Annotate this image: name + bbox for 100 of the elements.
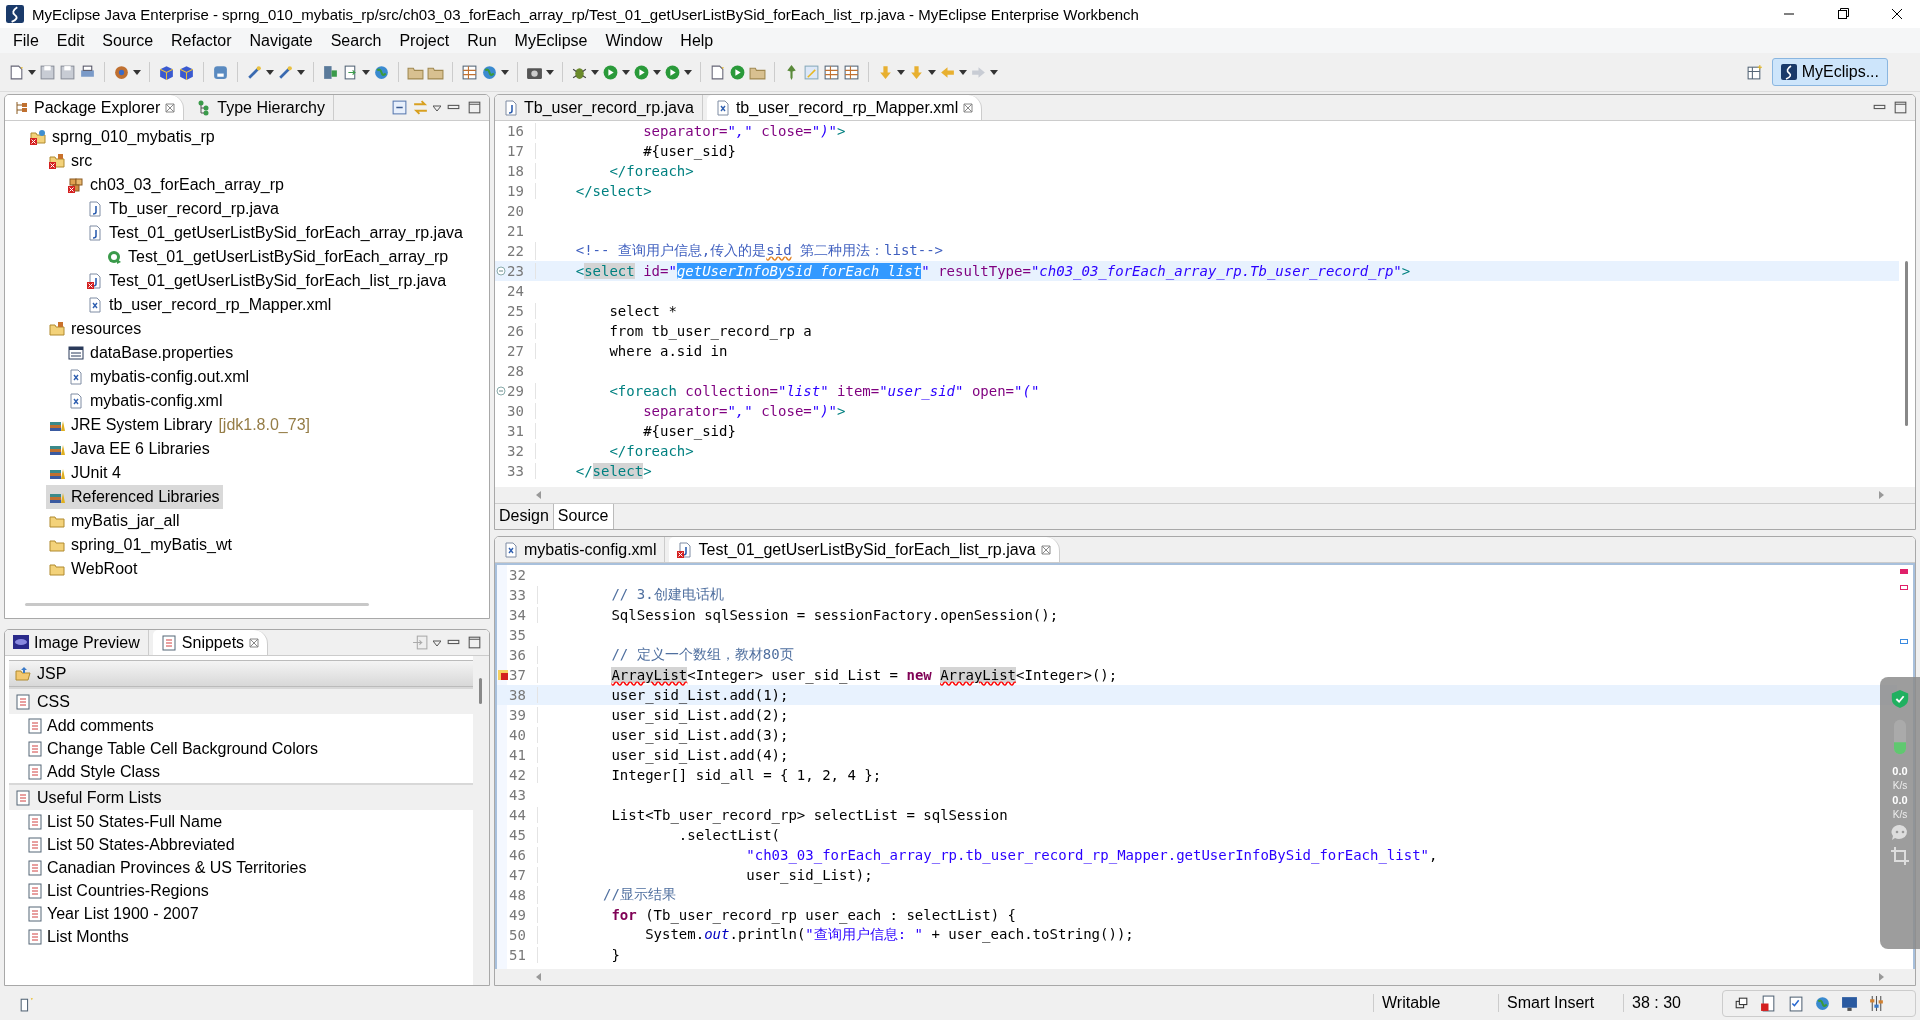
wand-icon[interactable] (277, 63, 294, 81)
snippet-item[interactable]: List 50 States-Full Name (9, 810, 473, 833)
snippet-item[interactable]: Canadian Provinces & US Territories (9, 856, 473, 879)
tree-item[interactable]: sprng_010_mybatis_rp (27, 125, 218, 149)
menu-item[interactable]: File (4, 31, 48, 50)
tree-item[interactable]: JRE System Library [jdk1.8.0_73] (46, 413, 313, 437)
tree-item[interactable]: Test_01_getUserListBySid_forEach_list_rp.java (84, 269, 450, 293)
tree-item[interactable]: src (46, 149, 96, 173)
run-icon[interactable] (633, 63, 650, 81)
view-tab[interactable]: Snippets (152, 630, 269, 655)
caret-icon[interactable] (928, 68, 936, 76)
grid-icon[interactable] (823, 63, 840, 81)
menu-item[interactable]: Run (458, 31, 506, 50)
caret-icon[interactable] (622, 68, 630, 76)
menu-item[interactable]: Window (596, 31, 672, 50)
tree-item[interactable]: tb_user_record_rp_Mapper.xml (84, 293, 335, 317)
menu-item[interactable]: Refactor (162, 31, 241, 50)
close-icon[interactable] (249, 637, 260, 648)
menu-item[interactable]: Project (390, 31, 459, 50)
caret-icon[interactable] (362, 68, 370, 76)
tree-item[interactable]: myBatis_jar_all (46, 509, 183, 533)
view-menu-icon[interactable] (433, 103, 441, 112)
editor-view-tab[interactable]: Design (495, 504, 554, 529)
deploy-icon[interactable] (342, 63, 359, 81)
tree-item[interactable]: spring_01_myBatis_wt (46, 533, 235, 557)
open-perspective-icon[interactable] (1745, 63, 1763, 81)
scroll-left-icon[interactable] (535, 973, 543, 981)
occurrence-marker[interactable] (1900, 639, 1908, 644)
caret-icon[interactable] (133, 68, 141, 76)
tree-item[interactable]: resources (46, 317, 145, 341)
caret-icon[interactable] (546, 68, 554, 76)
tree-item[interactable]: ch03_03_forEach_array_rp (65, 173, 287, 197)
gear-icon[interactable] (113, 63, 130, 81)
tree-item[interactable]: JUnit 4 (46, 461, 124, 485)
tree-item[interactable]: Java EE 6 Libraries (46, 437, 213, 461)
error-marker[interactable] (1900, 569, 1908, 574)
snippet-category[interactable]: Useful Form Lists (9, 783, 473, 810)
snippet-item[interactable]: Add Style Class (9, 760, 473, 783)
caret-icon[interactable] (266, 68, 274, 76)
fold-icon[interactable] (496, 266, 506, 276)
scrollbar-thumb[interactable] (479, 678, 482, 704)
caret-icon[interactable] (653, 68, 661, 76)
menu-item[interactable]: Navigate (240, 31, 322, 50)
close-icon[interactable] (1040, 544, 1051, 555)
caret-icon[interactable] (297, 68, 305, 76)
caret-icon[interactable] (897, 68, 905, 76)
tree-item[interactable]: mybatis-config.out.xml (65, 365, 253, 389)
caret-icon[interactable] (501, 68, 509, 76)
snippet-item[interactable]: List Countries-Regions (9, 879, 473, 902)
editor-view-tab[interactable]: Source (553, 504, 614, 529)
scroll-right-icon[interactable] (1877, 973, 1885, 981)
scroll-right-icon[interactable] (1877, 491, 1885, 499)
snippet-category[interactable]: JSP (9, 660, 473, 687)
tasks-icon[interactable] (1787, 994, 1804, 1012)
scrollbar[interactable] (25, 603, 369, 606)
wand-icon[interactable] (246, 63, 263, 81)
close-icon[interactable] (165, 102, 176, 113)
snippet-item[interactable]: Change Table Cell Background Colors (9, 737, 473, 760)
tree-item[interactable]: WebRoot (46, 557, 141, 581)
scrollbar-thumb[interactable] (1905, 261, 1908, 426)
collapse-all-icon[interactable] (391, 99, 408, 116)
editor-tab[interactable]: tb_user_record_rp_Mapper.xml (706, 95, 983, 120)
tree-item[interactable]: Referenced Libraries (46, 485, 223, 509)
run-icon[interactable] (664, 63, 681, 81)
caret-icon[interactable] (591, 68, 599, 76)
fold-icon[interactable] (496, 386, 506, 396)
globe-icon[interactable] (1814, 994, 1831, 1012)
grid-icon[interactable] (461, 63, 478, 81)
tree-item[interactable]: Test_01_getUserListBySid_forEach_array_rp.java (84, 221, 466, 245)
perspective-button[interactable]: MyEclips... (1771, 58, 1888, 86)
maximize-icon[interactable] (466, 634, 483, 651)
menu-item[interactable]: Edit (47, 31, 94, 50)
new-file-icon[interactable] (709, 63, 726, 81)
editor-tab[interactable]: Tb_user_record_rp.java (495, 95, 703, 120)
snippet-item[interactable]: List Months (9, 925, 473, 948)
tree-item[interactable]: Tb_user_record_rp.java (84, 197, 282, 221)
view-menu-icon[interactable] (433, 638, 441, 647)
shield-check-icon[interactable] (1890, 689, 1910, 709)
close-icon[interactable] (963, 102, 974, 113)
menu-item[interactable]: MyEclipse (505, 31, 597, 50)
cube-icon[interactable] (178, 63, 195, 81)
snippet-item[interactable]: Add comments (9, 714, 473, 737)
snippet-item[interactable]: List 50 States-Abbreviated (9, 833, 473, 856)
warning-marker[interactable] (1900, 585, 1908, 590)
scroll-left-icon[interactable] (535, 491, 543, 499)
run-icon[interactable] (602, 63, 619, 81)
caret-icon[interactable] (28, 68, 36, 76)
menu-item[interactable]: Search (321, 31, 391, 50)
view-tab[interactable]: Image Preview (5, 630, 149, 655)
caret-icon[interactable] (990, 68, 998, 76)
crop-icon[interactable] (1890, 846, 1910, 866)
tree-item[interactable]: dataBase.properties (65, 341, 237, 365)
tree-item[interactable]: Test_01_getUserListBySid_forEach_array_rp (103, 245, 452, 269)
view-tab[interactable]: Package Explorer (5, 95, 185, 120)
menu-item[interactable]: Source (93, 31, 163, 50)
tree-item[interactable]: mybatis-config.xml (65, 389, 226, 413)
monitor-icon[interactable] (1841, 994, 1858, 1012)
new-file-icon[interactable] (8, 63, 25, 81)
caret-icon[interactable] (684, 68, 692, 76)
sliders-icon[interactable] (1868, 994, 1885, 1012)
